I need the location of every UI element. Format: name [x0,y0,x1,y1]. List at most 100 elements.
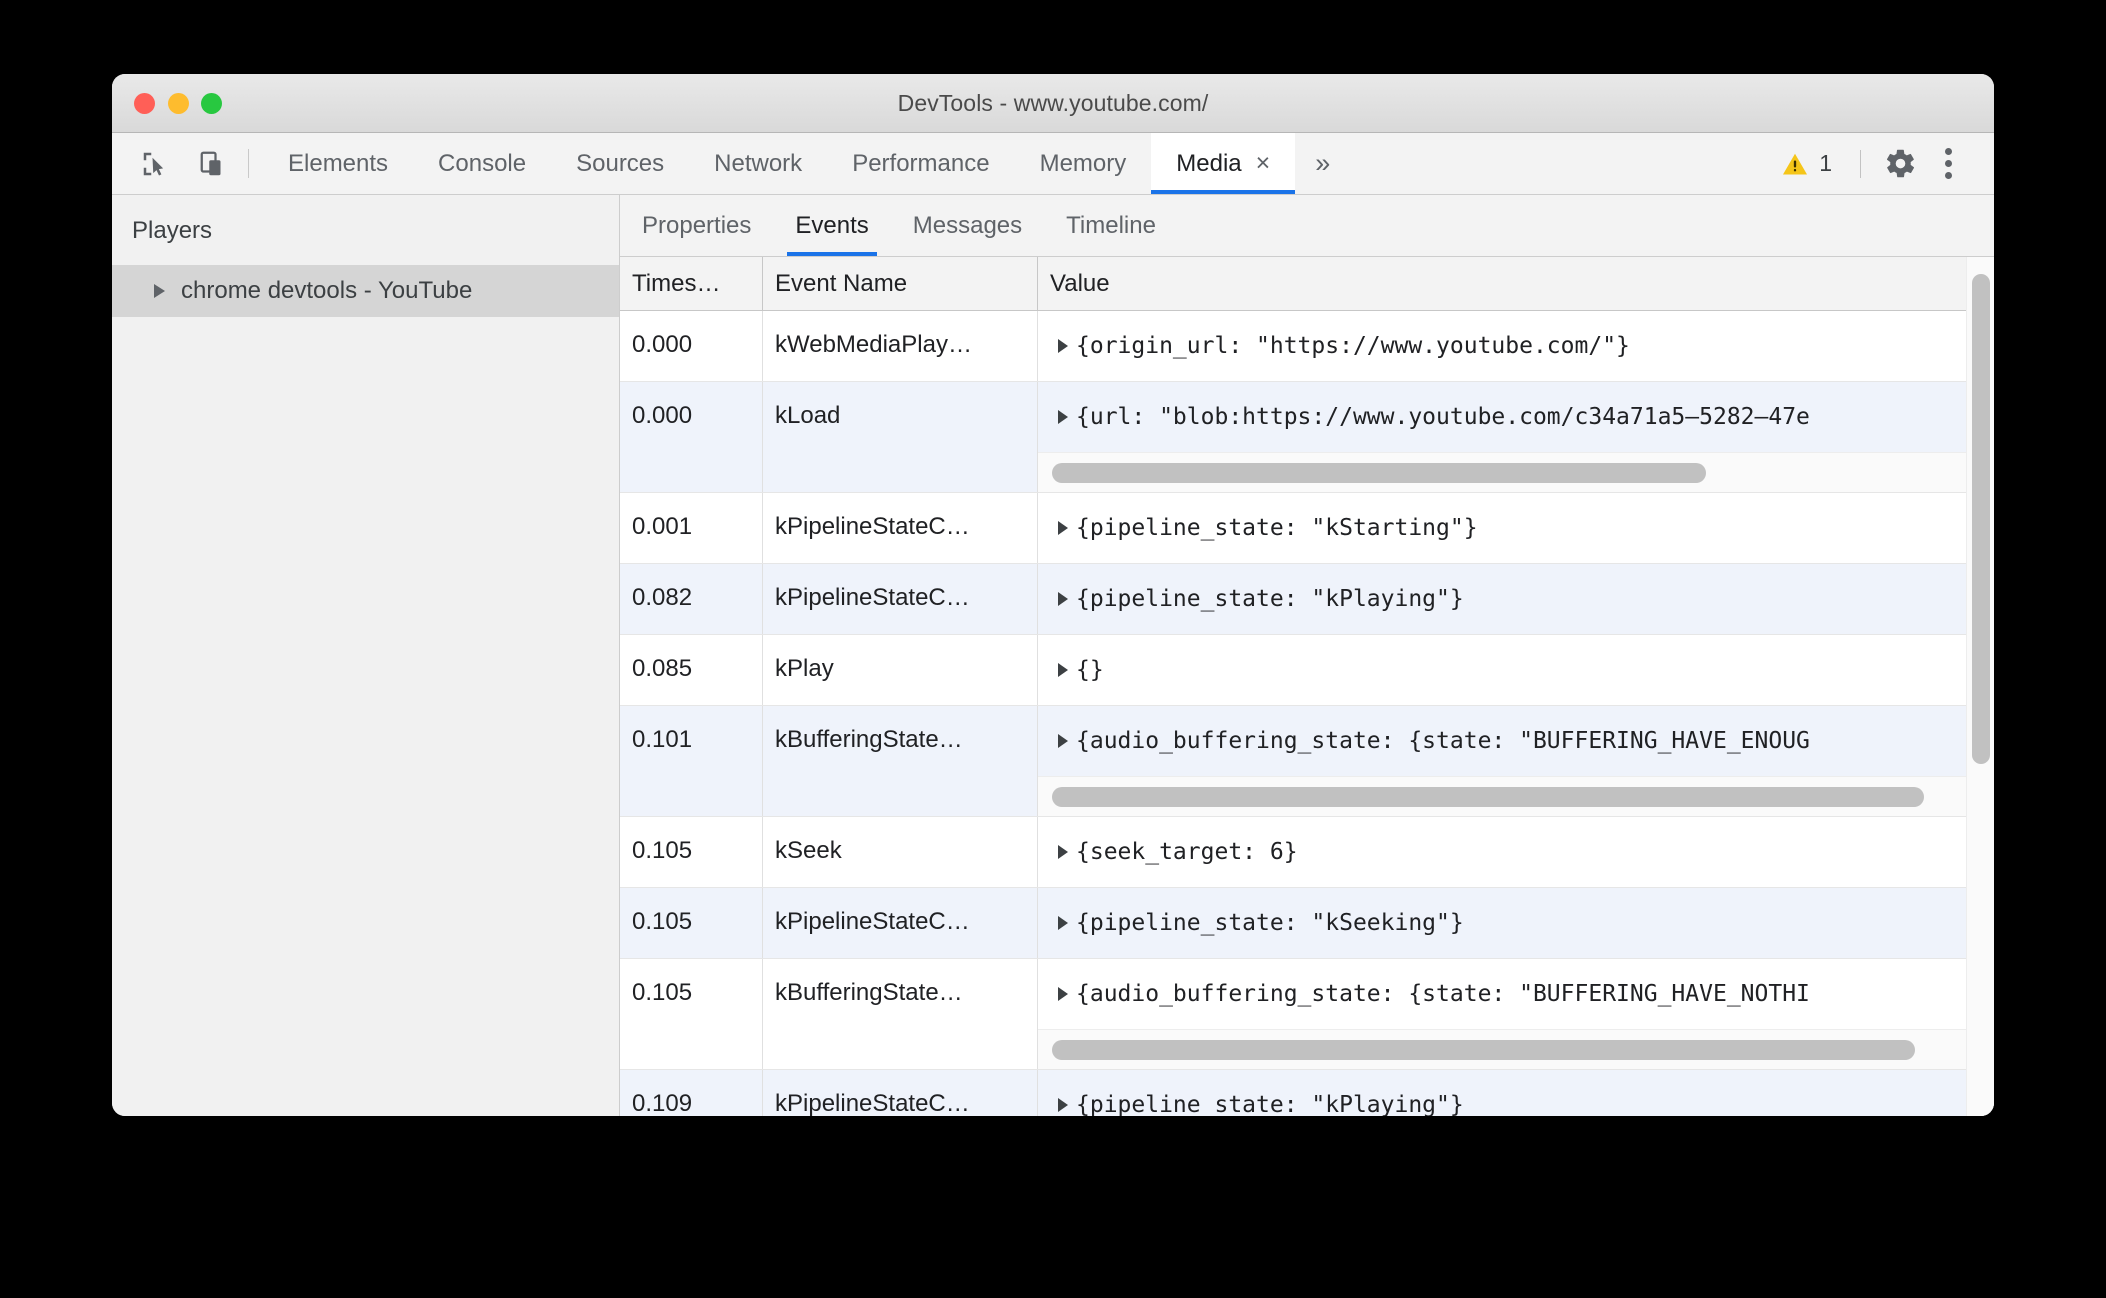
value-text: {url: "blob:https://www.youtube.com/c34a… [1076,404,1810,430]
cell-event-name: kPipelineStateC… [763,888,1038,958]
tab-properties[interactable]: Properties [620,195,773,256]
cell-event-name: kPipelineStateC… [763,493,1038,563]
toolbar-right-divider [1860,149,1861,178]
tab-sources[interactable]: Sources [551,133,689,194]
cell-event-name: kWebMediaPlay… [763,311,1038,381]
value-line: {audio_buffering_state: {state: "BUFFERI… [1038,959,1966,1029]
cell-event-name: kBufferingState… [763,706,1038,816]
zoom-window-button[interactable] [201,92,222,114]
value-text: {pipeline_state: "kSeeking"} [1076,910,1464,936]
expand-triangle-icon[interactable] [1058,916,1068,930]
expand-triangle-icon[interactable] [1058,987,1068,1001]
cell-timestamp: 0.085 [620,635,763,705]
table-row[interactable]: 0.000 kWebMediaPlay… {origin_url: "https:/… [620,311,1966,382]
expand-triangle-icon[interactable] [1058,592,1068,606]
sidebar-item-chrome-devtools-youtube[interactable]: chrome devtools - YouTube [112,265,619,317]
table-row[interactable]: 0.105 kPipelineStateC… {pipeline_state: "k… [620,888,1966,959]
players-header: Players [132,217,213,244]
window-title-bar: DevTools - www.youtube.com/ [112,74,1994,133]
events-table: Times… Event Name Value 0.000 kWebMediaPl… [620,257,1966,1116]
cell-event-name: kLoad [763,382,1038,492]
cell-value: {seek_target: 6} [1038,817,1966,887]
column-header-timestamp[interactable]: Times… [620,257,763,310]
table-row[interactable]: 0.085 kPlay {} [620,635,1966,706]
timestamp-text: 0.105 [632,908,693,935]
horizontal-scrollbar-thumb[interactable] [1052,786,1924,807]
value-text: {origin_url: "https://www.youtube.com/"} [1076,333,1630,359]
tab-console[interactable]: Console [413,133,551,194]
table-row[interactable]: 0.001 kPipelineStateC… {pipeline_state: "k… [620,493,1966,564]
tab-memory[interactable]: Memory [1015,133,1152,194]
tab-network[interactable]: Network [689,133,827,194]
horizontal-scrollbar[interactable] [1038,776,1966,816]
horizontal-scrollbar[interactable] [1038,1029,1966,1069]
inspect-element-icon[interactable] [130,139,180,189]
column-header-value[interactable]: Value [1038,257,1966,310]
kebab-menu-icon[interactable] [1927,148,1970,179]
horizontal-scrollbar[interactable] [1038,452,1966,492]
table-row[interactable]: 0.105 kSeek {seek_target: 6} [620,817,1966,888]
tab-elements-label: Elements [288,149,389,177]
panel-tab-strip: Elements Console Sources Network Perform… [263,133,1350,194]
warning-indicator[interactable]: 1 [1767,150,1846,178]
close-window-button[interactable] [134,92,155,114]
tab-network-label: Network [714,149,803,177]
toolbar-left-icons [112,133,238,194]
horizontal-scrollbar-thumb[interactable] [1052,462,1706,483]
expand-triangle-icon[interactable] [1058,339,1068,353]
media-panel: Properties Events Messages Timeline Time… [620,195,1994,1116]
minimize-window-button[interactable] [167,92,189,114]
cell-timestamp: 0.000 [620,311,763,381]
cell-timestamp: 0.001 [620,493,763,563]
cell-value: {pipeline_state: "kPlaying"} [1038,564,1966,634]
tab-performance[interactable]: Performance [827,133,1014,194]
tab-messages-label: Messages [912,211,1023,239]
cell-timestamp: 0.082 [620,564,763,634]
cell-value: {pipeline_state: "kPlaying"} [1038,1070,1966,1116]
cell-timestamp: 0.105 [620,817,763,887]
expand-triangle-icon[interactable] [1058,845,1068,859]
cell-event-name: kPipelineStateC… [763,1070,1038,1116]
more-tabs-icon[interactable]: » [1295,133,1350,194]
gear-icon[interactable] [1875,139,1925,189]
value-line: {url: "blob:https://www.youtube.com/c34a… [1038,382,1966,452]
collapsed-triangle-icon[interactable] [154,284,165,298]
value-line: {seek_target: 6} [1038,817,1966,887]
timestamp-text: 0.082 [632,584,693,611]
expand-triangle-icon[interactable] [1058,410,1068,424]
timestamp-text: 0.105 [632,979,693,1006]
expand-triangle-icon[interactable] [1058,1098,1068,1112]
value-line: {origin_url: "https://www.youtube.com/"} [1038,311,1966,381]
expand-triangle-icon[interactable] [1058,663,1068,677]
tab-timeline[interactable]: Timeline [1044,195,1178,256]
vertical-scrollbar-thumb[interactable] [1972,274,1990,764]
close-icon[interactable]: × [1256,151,1271,176]
table-row[interactable]: 0.000 kLoad {url: "blob:https://www.youtub… [620,382,1966,493]
events-table-wrapper: Times… Event Name Value 0.000 kWebMediaPl… [620,257,1994,1116]
value-line: {pipeline_state: "kPlaying"} [1038,564,1966,634]
expand-triangle-icon[interactable] [1058,734,1068,748]
vertical-scrollbar[interactable] [1966,257,1994,1116]
event-name-text: kPlay [775,655,834,682]
device-toolbar-icon[interactable] [188,139,238,189]
tab-media[interactable]: Media × [1151,133,1296,194]
tab-events-label: Events [795,211,869,239]
table-row[interactable]: 0.105 kBufferingState… {audio_buffering_st… [620,959,1966,1070]
cell-value: {pipeline_state: "kStarting"} [1038,493,1966,563]
tab-messages[interactable]: Messages [891,195,1044,256]
timestamp-text: 0.085 [632,655,693,682]
value-text: {audio_buffering_state: {state: "BUFFERI… [1076,981,1810,1007]
event-name-text: kPipelineStateC… [775,1090,970,1116]
table-row[interactable]: 0.082 kPipelineStateC… {pipeline_state: "k… [620,564,1966,635]
media-subtab-strip: Properties Events Messages Timeline [620,195,1994,257]
column-header-event-name[interactable]: Event Name [763,257,1038,310]
horizontal-scrollbar-thumb[interactable] [1052,1039,1915,1060]
cell-timestamp: 0.105 [620,959,763,1069]
expand-triangle-icon[interactable] [1058,521,1068,535]
tab-elements[interactable]: Elements [263,133,413,194]
table-header-row: Times… Event Name Value [620,257,1966,311]
table-row[interactable]: 0.101 kBufferingState… {audio_buffering_st… [620,706,1966,817]
table-row[interactable]: 0.109 kPipelineStateC… {pipeline_state: "k… [620,1070,1966,1116]
tab-events[interactable]: Events [773,195,890,256]
cell-timestamp: 0.101 [620,706,763,816]
